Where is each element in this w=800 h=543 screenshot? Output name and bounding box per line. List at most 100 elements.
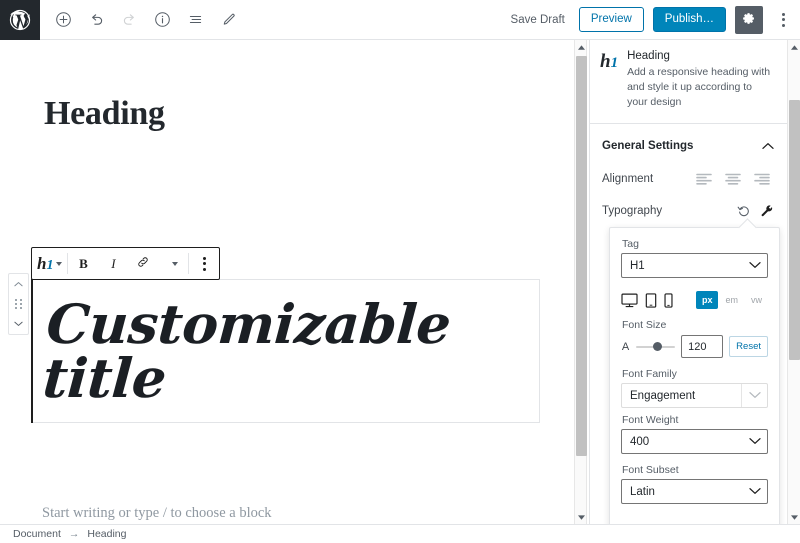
chevron-down-icon: [171, 261, 178, 266]
device-mobile-button[interactable]: [664, 292, 673, 308]
post-title[interactable]: Heading: [44, 95, 165, 133]
reset-circular-arrow-icon: [737, 206, 749, 216]
block-type-button[interactable]: h1: [32, 248, 67, 279]
scroll-up-arrow[interactable]: [788, 40, 800, 54]
block-type-switcher[interactable]: h1: [32, 248, 67, 279]
font-size-input[interactable]: [681, 335, 724, 358]
tag-value: H1: [630, 259, 645, 272]
block-card: h1 Heading Add a responsive heading with…: [590, 40, 787, 124]
gear-icon: [742, 11, 757, 29]
alignment-label: Alignment: [602, 172, 654, 185]
block-card-text: Heading Add a responsive heading with an…: [627, 50, 775, 111]
typography-reset-button[interactable]: [737, 204, 751, 218]
typography-popover: Tag H1 px em vw Font Size A 120 Reset Fo…: [609, 227, 780, 524]
more-menu-button[interactable]: [772, 6, 794, 34]
save-draft-button[interactable]: Save Draft: [506, 10, 570, 30]
block-navigation-button[interactable]: [180, 5, 210, 35]
redo-icon: [121, 11, 138, 28]
desktop-icon: [621, 293, 638, 307]
chevron-down-icon: [56, 261, 63, 266]
wordpress-logo-button[interactable]: [0, 0, 40, 40]
edit-mode-button[interactable]: [213, 5, 243, 35]
unit-px-button[interactable]: px: [695, 291, 719, 309]
sidebar-scrollbar[interactable]: [787, 40, 800, 524]
font-family-select[interactable]: Engagement: [621, 383, 768, 408]
italic-button[interactable]: I: [98, 248, 128, 279]
editor-scrollbar-thumb[interactable]: [576, 56, 587, 456]
chevron-down-icon: [749, 486, 761, 498]
redo-button[interactable]: [114, 5, 144, 35]
unit-em-button[interactable]: em: [719, 291, 744, 309]
heading-block-text[interactable]: Customizable title: [28, 292, 543, 410]
font-weight-value: 400: [630, 435, 650, 448]
block-mover-controls: [8, 273, 29, 335]
unit-toggle-group: px em vw: [695, 291, 768, 309]
font-subset-label: Font Subset: [622, 464, 679, 476]
move-block-up-button[interactable]: [9, 277, 28, 291]
chevron-up-icon: [762, 137, 774, 155]
block-toolbar: h1 B I: [31, 247, 221, 280]
font-size-reset-button[interactable]: Reset: [729, 336, 768, 357]
publish-button[interactable]: Publish…: [652, 7, 726, 32]
undo-icon: [88, 11, 105, 28]
add-block-button[interactable]: [48, 5, 78, 35]
chevron-down-icon: [749, 260, 761, 272]
slider-knob[interactable]: [653, 342, 663, 351]
scroll-up-arrow[interactable]: [575, 40, 588, 54]
align-center-icon: [725, 173, 741, 185]
font-size-label: Font Size: [622, 319, 667, 331]
device-desktop-button[interactable]: [621, 293, 638, 308]
editor-scrollbar[interactable]: [574, 40, 587, 524]
breadcrumb-arrow-icon: →: [68, 528, 80, 540]
more-rich-text-button[interactable]: [158, 248, 188, 279]
general-settings-header[interactable]: General Settings: [590, 124, 787, 166]
heading-block[interactable]: Customizable title: [31, 279, 540, 423]
font-weight-select[interactable]: 400: [621, 429, 768, 454]
typography-actions: [737, 204, 774, 218]
top-bar-left-tools: [40, 5, 243, 35]
paragraph-placeholder[interactable]: Start writing or type / to choose a bloc…: [42, 505, 272, 522]
tag-select[interactable]: H1: [621, 253, 768, 278]
scroll-down-arrow[interactable]: [788, 510, 800, 524]
wrench-icon: [761, 205, 773, 216]
font-weight-label: Font Weight: [622, 414, 679, 426]
drag-handle-icon[interactable]: [14, 299, 23, 309]
general-settings-title: General Settings: [602, 139, 694, 152]
settings-toggle-button[interactable]: [735, 5, 763, 34]
undo-button[interactable]: [81, 5, 111, 35]
align-right-icon: [754, 173, 770, 185]
bold-button[interactable]: B: [68, 248, 98, 279]
block-card-title: Heading: [627, 50, 670, 62]
alignment-row: Alignment: [590, 166, 787, 192]
info-circle-icon: [154, 11, 171, 28]
kebab-menu-icon: [202, 256, 206, 271]
top-bar-right-actions: Save Draft Preview Publish…: [506, 5, 800, 34]
block-card-description: Add a responsive heading with and style …: [627, 66, 771, 109]
link-button[interactable]: [128, 248, 158, 279]
content-info-button[interactable]: [147, 5, 177, 35]
preview-button[interactable]: Preview: [578, 7, 644, 32]
breadcrumb-block[interactable]: Heading: [87, 528, 126, 540]
tablet-icon: [645, 292, 657, 308]
scroll-down-arrow[interactable]: [575, 510, 588, 524]
font-size-glyph: A: [621, 340, 630, 353]
align-center-button[interactable]: [721, 169, 745, 189]
select-divider: [741, 384, 742, 407]
sidebar-scrollbar-thumb[interactable]: [789, 100, 800, 360]
font-subset-select[interactable]: Latin: [621, 479, 768, 504]
move-block-down-button[interactable]: [9, 317, 28, 331]
heading-h1-icon: h1: [37, 253, 54, 273]
editor-canvas: Heading h1 B I Customizable title Start …: [0, 40, 574, 524]
align-left-button[interactable]: [692, 169, 716, 189]
font-size-slider[interactable]: [636, 340, 676, 354]
block-settings-sidebar: h1 Heading Add a responsive heading with…: [589, 40, 787, 524]
heading-h1-icon: h1: [600, 51, 619, 72]
unit-vw-button[interactable]: vw: [745, 291, 768, 309]
device-tablet-button[interactable]: [645, 292, 657, 308]
align-right-button[interactable]: [750, 169, 774, 189]
breadcrumb-document[interactable]: Document: [13, 528, 61, 540]
editor-top-bar: Save Draft Preview Publish…: [0, 0, 800, 40]
typography-settings-button[interactable]: [760, 204, 774, 218]
device-and-unit-row: px em vw: [621, 291, 768, 309]
block-options-button[interactable]: [189, 248, 219, 279]
